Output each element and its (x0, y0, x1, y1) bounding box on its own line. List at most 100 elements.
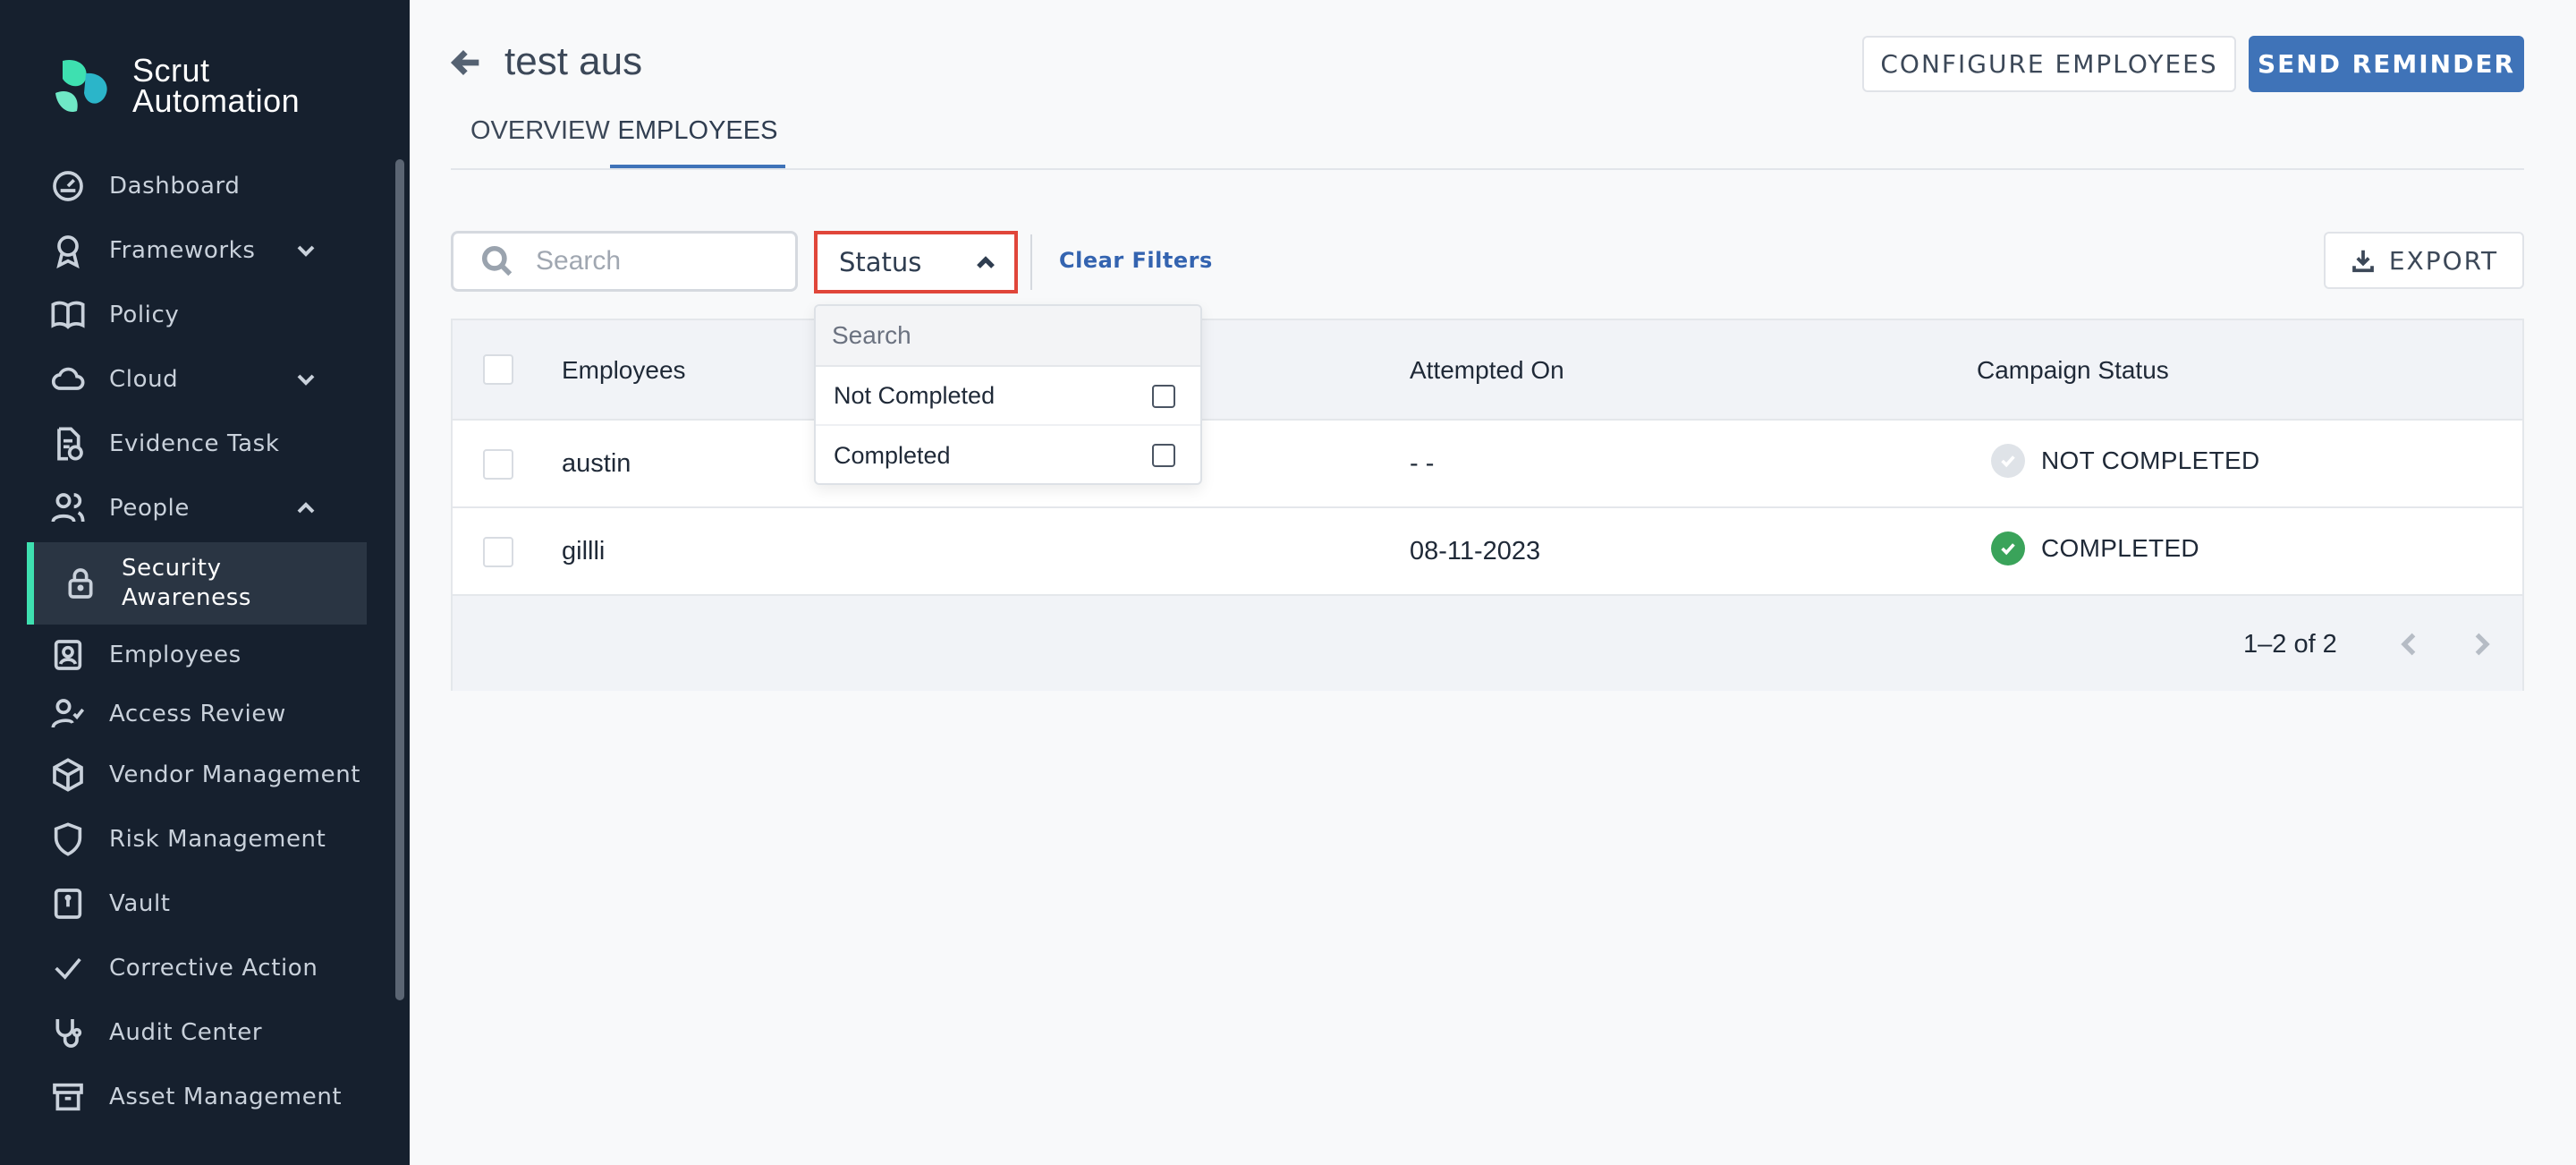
table-header: Employees Attempted On Campaign Status (453, 320, 2522, 421)
attempted-on: 08-11-2023 (1410, 537, 1541, 565)
chevron-down-icon[interactable] (292, 236, 320, 265)
column-header-attempted-on[interactable]: Attempted On (1410, 356, 1564, 385)
dropdown-option-completed[interactable]: Completed (816, 426, 1200, 483)
status-text: NOT COMPLETED (2041, 446, 2260, 474)
option-checkbox[interactable] (1152, 444, 1175, 467)
search-input[interactable] (536, 246, 777, 276)
select-all-checkbox[interactable] (483, 354, 513, 385)
sidebar-item-label: People (109, 495, 190, 522)
column-header-employees[interactable]: Employees (562, 356, 686, 385)
sidebar-item-vault[interactable]: Vault (27, 877, 365, 931)
people-icon (48, 489, 88, 528)
sidebar-item-label: Asset Management (109, 1084, 343, 1110)
status-filter-label: Status (839, 247, 922, 277)
chevron-up-icon[interactable] (292, 494, 320, 523)
status-badge: NOT COMPLETED (1991, 444, 2260, 478)
sidebar-item-evidence-task[interactable]: Evidence Task (27, 417, 365, 471)
employees-table: Employees Attempted On Campaign Status a… (451, 319, 2524, 691)
label-line2: Awareness (122, 584, 252, 611)
sidebar-item-vendor-management[interactable]: Vendor Management (27, 748, 365, 802)
logo-line2: Automation (132, 82, 301, 119)
book-icon (48, 295, 88, 335)
sidebar-item-label: Risk Management (109, 826, 326, 853)
download-icon (2351, 250, 2374, 273)
sidebar-item-label: Evidence Task (109, 430, 280, 457)
sidebar-item-label: Corrective Action (109, 955, 318, 982)
sidebar-item-corrective-action[interactable]: Corrective Action (27, 941, 365, 995)
row-checkbox[interactable] (483, 537, 513, 567)
back-arrow-icon[interactable] (449, 45, 485, 81)
employee-name: gillli (562, 537, 606, 565)
sidebar-item-audit-center[interactable]: Audit Center (27, 1006, 365, 1059)
option-label: Completed (834, 441, 951, 469)
sidebar-item-label: Policy (109, 302, 180, 328)
tab-overview[interactable]: OVERVIEW (470, 115, 610, 168)
lock-icon (61, 564, 100, 603)
status-text: COMPLETED (2041, 534, 2199, 562)
logo-line1: Scrut (132, 52, 210, 89)
row-checkbox[interactable] (483, 449, 513, 480)
configure-employees-button[interactable]: CONFIGURE EMPLOYEES (1862, 36, 2236, 92)
tab-employees[interactable]: EMPLOYEES (610, 115, 785, 168)
award-icon (48, 231, 88, 270)
sidebar-item-label: Access Review (109, 701, 286, 727)
stethoscope-icon (48, 1013, 88, 1052)
dropdown-search[interactable] (816, 306, 1200, 367)
check-circle-icon (1991, 444, 2025, 478)
sidebar-item-risk-management[interactable]: Risk Management (27, 812, 365, 866)
option-label: Not Completed (834, 381, 996, 409)
option-checkbox[interactable] (1152, 385, 1175, 408)
table-row[interactable]: austin - - NOT COMPLETED (453, 421, 2522, 508)
sidebar-item-policy[interactable]: Policy (27, 288, 365, 342)
search-icon (481, 245, 513, 276)
sidebar-item-cloud[interactable]: Cloud (27, 353, 365, 406)
chevron-up-icon (977, 256, 995, 268)
sidebar: Scrut Automation Dashboard Frameworks Po… (0, 0, 410, 1165)
sidebar-item-frameworks[interactable]: Frameworks (27, 224, 365, 277)
sidebar-item-asset-management[interactable]: Asset Management (27, 1070, 365, 1124)
status-filter-button[interactable]: Status (814, 231, 1018, 293)
export-label: EXPORT (2388, 245, 2499, 276)
vault-icon (48, 884, 88, 923)
tabs-divider (451, 168, 2524, 170)
sidebar-item-employees[interactable]: Employees (27, 628, 365, 682)
dashboard-icon (48, 166, 88, 206)
archive-icon (48, 1077, 88, 1117)
chevron-left-icon[interactable] (2394, 628, 2426, 660)
sidebar-item-label: Audit Center (109, 1019, 263, 1046)
pagination-range: 1–2 of 2 (2243, 630, 2337, 659)
sidebar-item-security-awareness[interactable]: Security Awareness (27, 542, 367, 625)
sidebar-item-label: Frameworks (109, 237, 256, 264)
box-icon (48, 755, 88, 795)
clear-filters-link[interactable]: Clear Filters (1059, 248, 1213, 273)
user-check-icon (48, 694, 88, 734)
dropdown-option-not-completed[interactable]: Not Completed (816, 367, 1200, 426)
chevron-down-icon[interactable] (292, 365, 320, 394)
dropdown-search-input[interactable] (832, 321, 1172, 350)
chevron-right-icon[interactable] (2465, 628, 2497, 660)
label-line1: Security (122, 555, 222, 582)
column-header-campaign-status[interactable]: Campaign Status (1977, 356, 2169, 385)
sidebar-item-people[interactable]: People (27, 481, 365, 535)
sidebar-item-access-review[interactable]: Access Review (27, 687, 365, 741)
status-filter-dropdown: Not Completed Completed (814, 304, 1202, 485)
employee-badge-icon (48, 635, 88, 675)
sidebar-item-label: Vendor Management (109, 761, 361, 788)
sidebar-item-label: Security Awareness (122, 554, 251, 613)
employee-name: austin (562, 449, 631, 478)
scrut-logo-icon (55, 59, 107, 113)
send-reminder-button[interactable]: SEND REMINDER (2249, 36, 2524, 92)
sidebar-item-label: Vault (109, 890, 171, 917)
attempted-on: - - (1410, 449, 1435, 478)
status-badge: COMPLETED (1991, 531, 2199, 565)
check-circle-icon (1991, 531, 2025, 565)
sidebar-scrollbar[interactable] (395, 159, 404, 1000)
table-pagination: 1–2 of 2 (453, 596, 2522, 691)
document-check-icon (48, 424, 88, 463)
table-row[interactable]: gillli 08-11-2023 COMPLETED (453, 508, 2522, 596)
search-field[interactable] (451, 231, 798, 292)
export-button[interactable]: EXPORT (2324, 232, 2524, 289)
cloud-icon (48, 360, 88, 399)
scrut-logo[interactable]: Scrut Automation (50, 52, 300, 120)
sidebar-item-dashboard[interactable]: Dashboard (27, 159, 365, 213)
